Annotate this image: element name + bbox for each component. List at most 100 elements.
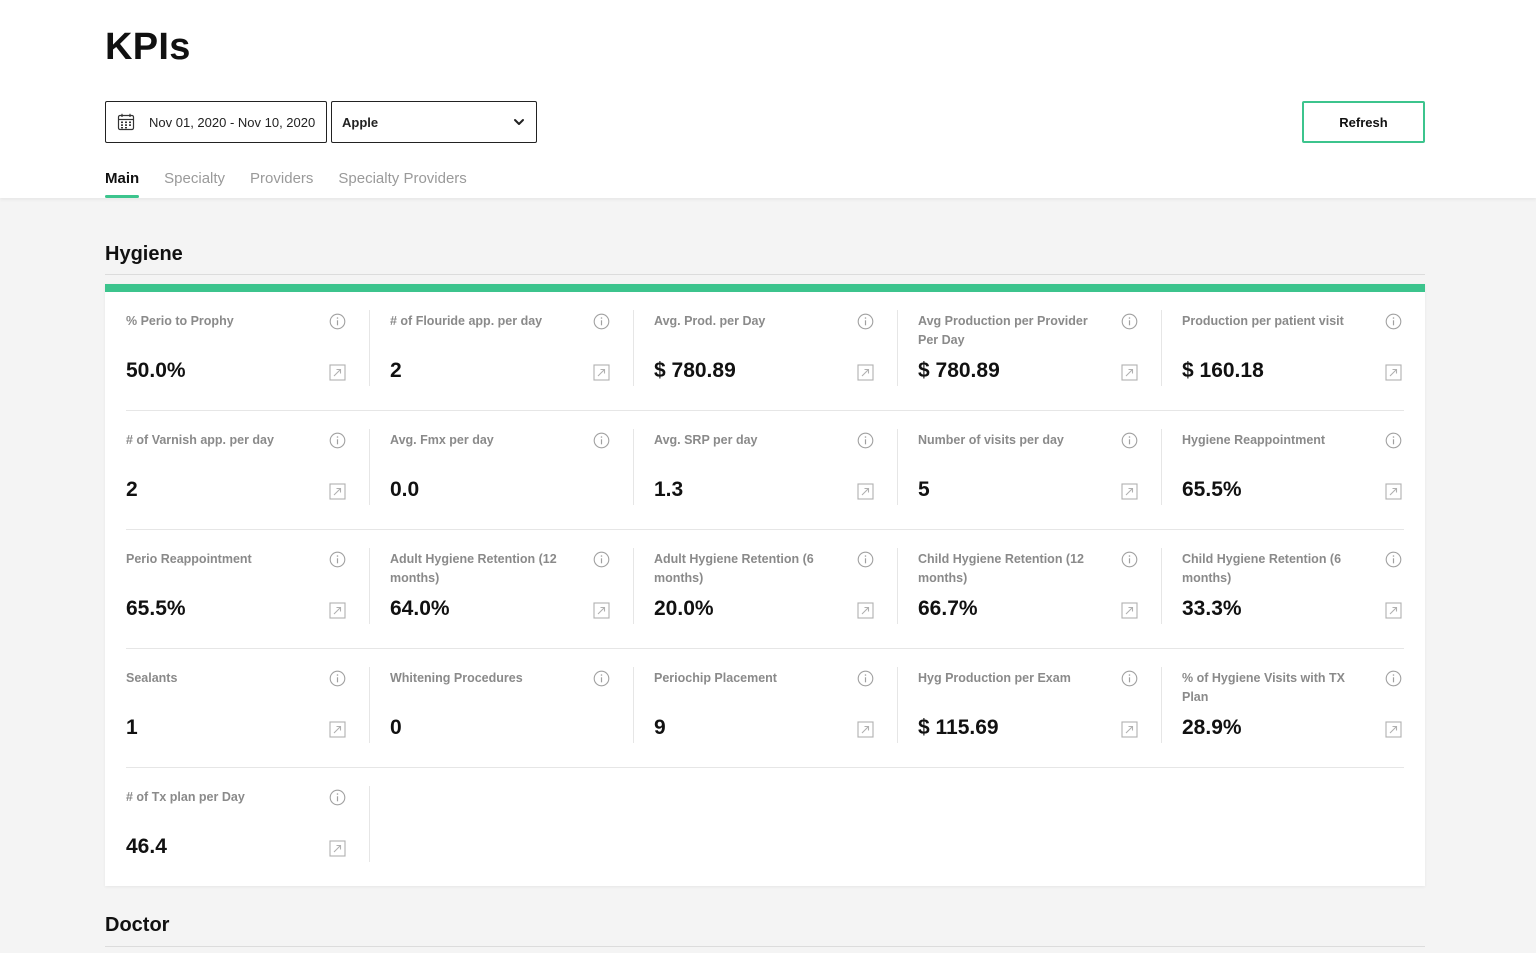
section-title-hygiene: Hygiene bbox=[105, 243, 183, 265]
kpi-row: # of Varnish app. per day 2 Avg. Fmx per d… bbox=[105, 411, 1425, 530]
location-select-value: Apple bbox=[342, 114, 379, 130]
kpi-label: # of Flouride app. per day bbox=[390, 314, 543, 328]
expand-arrow-icon[interactable] bbox=[1385, 483, 1402, 500]
expand-arrow-icon[interactable] bbox=[1121, 483, 1138, 500]
info-icon[interactable] bbox=[329, 551, 346, 568]
column-divider-holder bbox=[369, 768, 370, 887]
column-divider bbox=[369, 310, 370, 386]
kpi-row: % Perio to Prophy 50.0% # of Flouride app.… bbox=[105, 292, 1425, 411]
kpi-label: Sealants bbox=[126, 671, 178, 685]
expand-arrow-icon[interactable] bbox=[1121, 602, 1138, 619]
info-icon[interactable] bbox=[593, 551, 610, 568]
info-icon[interactable] bbox=[593, 313, 610, 330]
info-icon[interactable] bbox=[329, 313, 346, 330]
tab-specialty[interactable]: Specialty bbox=[164, 170, 225, 198]
kpi-label: Child Hygiene Retention (12 months) bbox=[918, 552, 1084, 585]
info-icon[interactable] bbox=[329, 670, 346, 687]
info-icon[interactable] bbox=[1385, 551, 1402, 568]
info-icon[interactable] bbox=[329, 789, 346, 806]
tab-bar: Main Specialty Providers Specialty Provider… bbox=[105, 170, 492, 198]
kpi-tile: Adult Hygiene Retention (6 months) 20.0% bbox=[633, 530, 897, 649]
kpi-row: # of Tx plan per Day 46.4 bbox=[105, 768, 1425, 887]
expand-arrow-icon[interactable] bbox=[1385, 602, 1402, 619]
kpi-value: 28.9% bbox=[1182, 716, 1242, 739]
kpi-label: Hyg Production per Exam bbox=[918, 671, 1071, 685]
kpi-label: Child Hygiene Retention (6 months) bbox=[1182, 552, 1342, 585]
info-icon[interactable] bbox=[593, 432, 610, 449]
location-select[interactable]: Apple bbox=[331, 101, 537, 143]
kpi-tile: Perio Reappointment 65.5% bbox=[105, 530, 369, 649]
info-icon[interactable] bbox=[1121, 432, 1138, 449]
kpi-value: 1.3 bbox=[654, 478, 684, 501]
kpi-tile: # of Flouride app. per day 2 bbox=[369, 292, 633, 411]
info-icon[interactable] bbox=[1385, 313, 1402, 330]
column-divider bbox=[1161, 310, 1162, 386]
section-divider bbox=[105, 274, 1425, 275]
expand-arrow-icon[interactable] bbox=[857, 364, 874, 381]
expand-arrow-icon[interactable] bbox=[1121, 721, 1138, 738]
kpi-value: 65.5% bbox=[1182, 478, 1242, 501]
expand-arrow-icon[interactable] bbox=[329, 840, 346, 857]
expand-arrow-icon[interactable] bbox=[1121, 364, 1138, 381]
calendar-icon bbox=[117, 113, 135, 131]
header-area: KPIs Nov 01, 2020 - Nov 10, 2020 Apple R… bbox=[0, 0, 1536, 198]
page-title: KPIs bbox=[105, 26, 191, 68]
info-icon[interactable] bbox=[857, 551, 874, 568]
kpi-value: $ 780.89 bbox=[654, 359, 736, 382]
kpi-label: % Perio to Prophy bbox=[126, 314, 234, 328]
kpi-tile: Avg. Fmx per day 0.0 bbox=[369, 411, 633, 530]
column-divider bbox=[633, 667, 634, 743]
kpi-label: Hygiene Reappointment bbox=[1182, 433, 1326, 447]
column-divider bbox=[369, 786, 370, 862]
kpi-tile: Hygiene Reappointment 65.5% bbox=[1161, 411, 1425, 530]
info-icon[interactable] bbox=[1121, 551, 1138, 568]
column-divider bbox=[633, 548, 634, 624]
kpi-label: Avg. SRP per day bbox=[654, 433, 758, 447]
info-icon[interactable] bbox=[857, 670, 874, 687]
section-title-doctor: Doctor bbox=[105, 914, 170, 936]
kpi-label: % of Hygiene Visits with TX Plan bbox=[1182, 671, 1345, 704]
info-icon[interactable] bbox=[857, 432, 874, 449]
tab-providers[interactable]: Providers bbox=[250, 170, 313, 198]
info-icon[interactable] bbox=[329, 432, 346, 449]
expand-arrow-icon[interactable] bbox=[329, 602, 346, 619]
info-icon[interactable] bbox=[1121, 670, 1138, 687]
kpi-value: 9 bbox=[654, 716, 666, 739]
column-divider bbox=[1161, 429, 1162, 505]
date-range-picker[interactable]: Nov 01, 2020 - Nov 10, 2020 bbox=[105, 101, 327, 143]
kpi-label: Production per patient visit bbox=[1182, 314, 1344, 328]
refresh-button[interactable]: Refresh bbox=[1302, 101, 1425, 143]
expand-arrow-icon[interactable] bbox=[857, 602, 874, 619]
kpi-tile: Avg Production per Provider Per Day $ 780… bbox=[897, 292, 1161, 411]
kpi-value: 33.3% bbox=[1182, 597, 1242, 620]
kpi-tile: Avg. SRP per day 1.3 bbox=[633, 411, 897, 530]
kpi-value: 66.7% bbox=[918, 597, 978, 620]
expand-arrow-icon[interactable] bbox=[857, 483, 874, 500]
kpi-value: $ 780.89 bbox=[918, 359, 1000, 382]
info-icon[interactable] bbox=[1385, 432, 1402, 449]
kpi-row: Perio Reappointment 65.5% Adult Hygiene Re… bbox=[105, 530, 1425, 649]
tab-specialty-providers[interactable]: Specialty Providers bbox=[338, 170, 466, 198]
expand-arrow-icon[interactable] bbox=[1385, 364, 1402, 381]
info-icon[interactable] bbox=[1385, 670, 1402, 687]
kpi-tile: % Perio to Prophy 50.0% bbox=[105, 292, 369, 411]
kpi-label: # of Varnish app. per day bbox=[126, 433, 274, 447]
column-divider bbox=[897, 548, 898, 624]
expand-arrow-icon[interactable] bbox=[1385, 721, 1402, 738]
info-icon[interactable] bbox=[1121, 313, 1138, 330]
expand-arrow-icon[interactable] bbox=[857, 721, 874, 738]
expand-arrow-icon[interactable] bbox=[329, 483, 346, 500]
tab-main[interactable]: Main bbox=[105, 170, 140, 198]
kpi-row: Sealants 1 Whitening Procedures 0 Periochip … bbox=[105, 649, 1425, 768]
kpi-tile: Child Hygiene Retention (12 months) 66.7% bbox=[897, 530, 1161, 649]
info-icon[interactable] bbox=[857, 313, 874, 330]
kpi-value: 2 bbox=[126, 478, 138, 501]
expand-arrow-icon[interactable] bbox=[329, 721, 346, 738]
kpi-tile: Production per patient visit $ 160.18 bbox=[1161, 292, 1425, 411]
expand-arrow-icon[interactable] bbox=[593, 364, 610, 381]
info-icon[interactable] bbox=[593, 670, 610, 687]
expand-arrow-icon[interactable] bbox=[329, 364, 346, 381]
kpi-tile: Avg. Prod. per Day $ 780.89 bbox=[633, 292, 897, 411]
kpi-label: Adult Hygiene Retention (6 months) bbox=[654, 552, 814, 585]
expand-arrow-icon[interactable] bbox=[593, 602, 610, 619]
